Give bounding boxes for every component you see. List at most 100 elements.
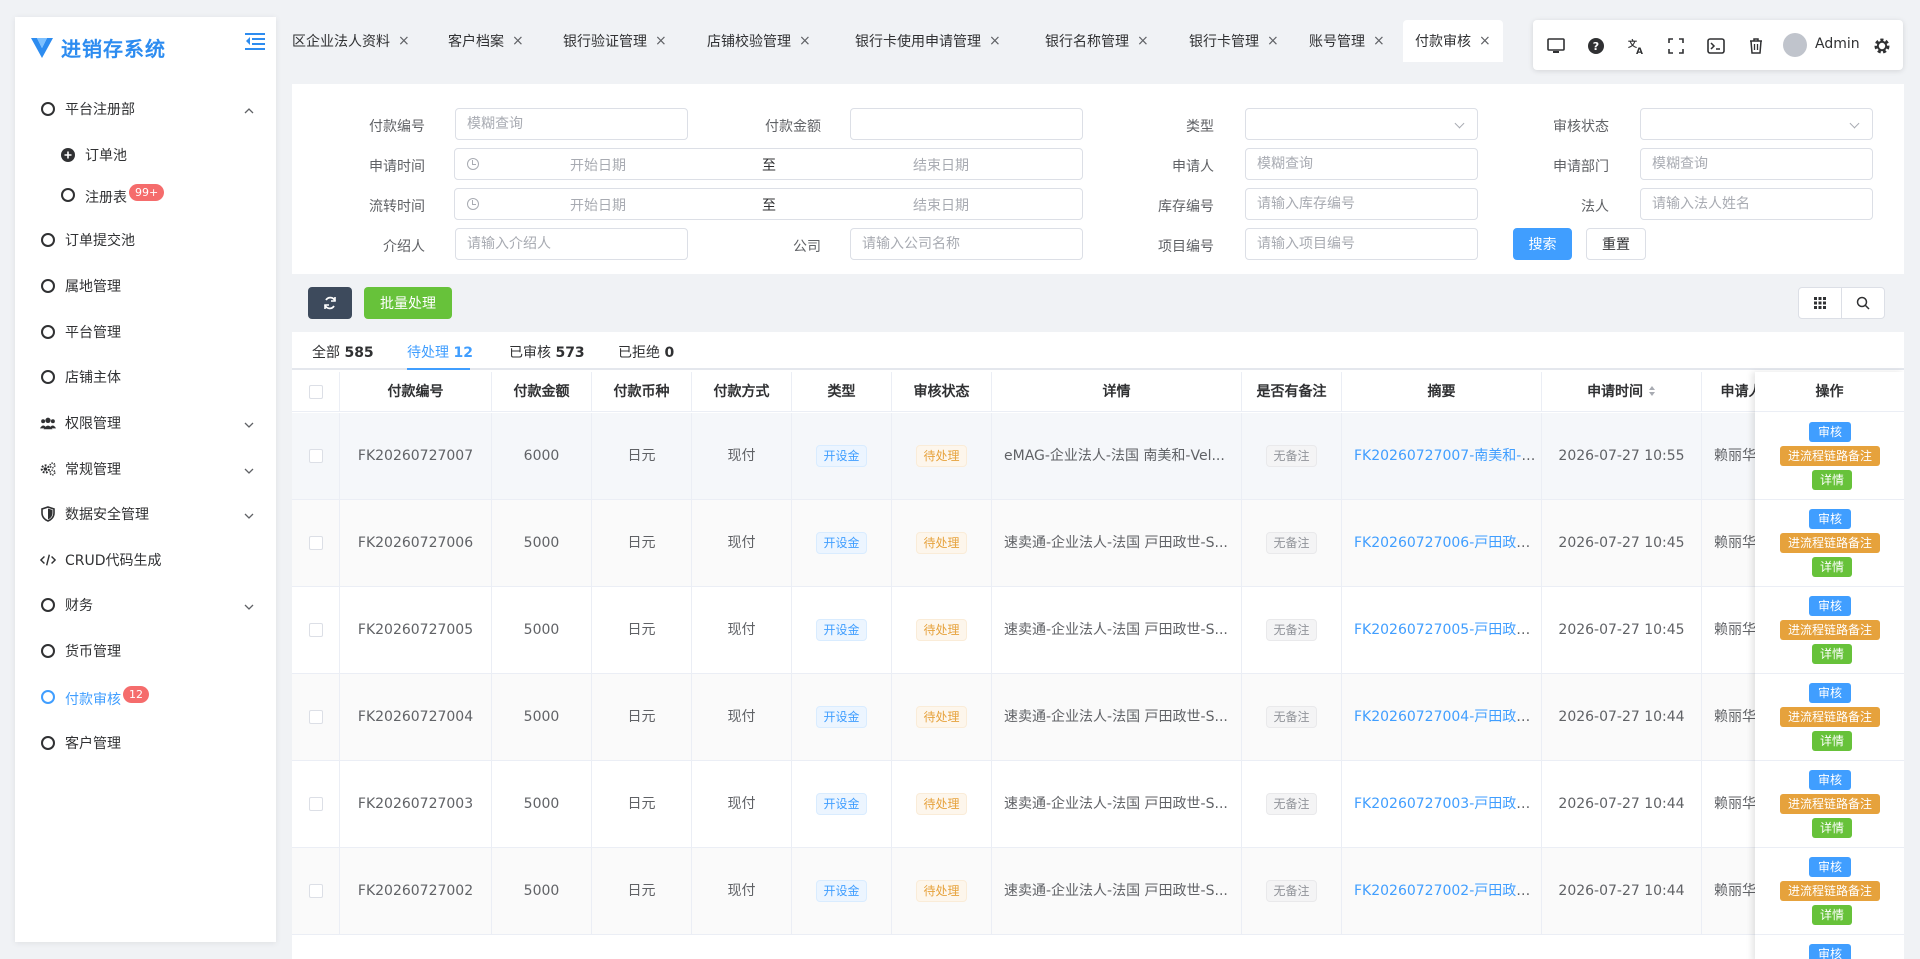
close-icon[interactable]: ×: [799, 33, 811, 49]
sidebar-item-10[interactable]: CRUD代码生成: [15, 540, 276, 580]
sidebar-item-8[interactable]: 常规管理: [15, 449, 276, 489]
introducer-input[interactable]: 请输入介绍人: [455, 228, 688, 260]
column-header[interactable]: 申请时间: [1542, 372, 1702, 412]
detail-button[interactable]: 详情: [1812, 818, 1852, 838]
apply-start-date[interactable]: 开始日期: [570, 155, 626, 175]
company-input[interactable]: 请输入公司名称: [850, 228, 1083, 260]
search-toggle-button[interactable]: [1841, 287, 1885, 319]
flow-time-range[interactable]: 开始日期 至 结束日期: [454, 188, 1083, 220]
row-checkbox[interactable]: [308, 884, 323, 898]
tab-3[interactable]: 店铺校验管理 ×: [695, 20, 823, 62]
row-checkbox[interactable]: [308, 797, 323, 811]
detail-button[interactable]: 详情: [1812, 470, 1852, 490]
flow-note-button[interactable]: 进流程链路备注: [1780, 446, 1880, 466]
user-name[interactable]: Admin: [1815, 36, 1860, 52]
tab-6[interactable]: 银行卡管理 ×: [1177, 20, 1291, 62]
close-icon[interactable]: ×: [655, 33, 667, 49]
status-tab-3[interactable]: 已拒绝 0: [618, 342, 674, 362]
audit-button[interactable]: 审核: [1809, 770, 1851, 790]
sidebar-item-4[interactable]: 属地管理: [15, 266, 276, 306]
legal-input[interactable]: 请输入法人姓名: [1640, 188, 1873, 220]
audit-button[interactable]: 审核: [1809, 596, 1851, 616]
audit-button[interactable]: 审核: [1809, 683, 1851, 703]
audit-button[interactable]: 审核: [1809, 509, 1851, 529]
sidebar-item-7[interactable]: 权限管理: [15, 403, 276, 443]
search-button[interactable]: 搜索: [1513, 228, 1572, 260]
detail-button[interactable]: 详情: [1812, 905, 1852, 925]
detail-button[interactable]: 详情: [1812, 557, 1852, 577]
row-checkbox[interactable]: [308, 710, 323, 724]
type-select[interactable]: [1245, 108, 1478, 140]
tab-1[interactable]: 客户档案 ×: [436, 20, 536, 62]
status-select[interactable]: [1640, 108, 1873, 140]
flow-note-button[interactable]: 进流程链路备注: [1780, 794, 1880, 814]
payment-no-input[interactable]: 模糊查询: [455, 108, 688, 140]
status-tab-0[interactable]: 全部 585: [312, 342, 374, 362]
avatar[interactable]: [1783, 33, 1807, 57]
detail-button[interactable]: 详情: [1812, 644, 1852, 664]
close-icon[interactable]: ×: [398, 33, 410, 49]
tab-4[interactable]: 银行卡使用申请管理 ×: [843, 20, 1013, 62]
apply-end-date[interactable]: 结束日期: [913, 155, 969, 175]
sidebar-item-5[interactable]: 平台管理: [15, 312, 276, 352]
sidebar-item-12[interactable]: 货币管理: [15, 631, 276, 671]
dept-input[interactable]: 模糊查询: [1640, 148, 1873, 180]
audit-button[interactable]: 审核: [1809, 944, 1851, 959]
batch-process-button[interactable]: 批量处理: [364, 287, 452, 319]
tab-7[interactable]: 账号管理 ×: [1297, 20, 1397, 62]
table-row[interactable]: FK20260727007 6000 日元 现付 开设金 待处理 eMAG-企业法人-法国 …: [292, 413, 1904, 500]
flow-end-date[interactable]: 结束日期: [913, 195, 969, 215]
flow-note-button[interactable]: 进流程链路备注: [1780, 881, 1880, 901]
detail-button[interactable]: 详情: [1812, 731, 1852, 751]
tab-0[interactable]: 区企业法人资料 ×: [280, 20, 422, 62]
apply-time-range[interactable]: 开始日期 至 结束日期: [454, 148, 1083, 180]
fullscreen-icon[interactable]: [1665, 35, 1687, 57]
close-icon[interactable]: ×: [1267, 33, 1279, 49]
terminal-icon[interactable]: [1705, 35, 1727, 57]
audit-button[interactable]: 审核: [1809, 422, 1851, 442]
close-icon[interactable]: ×: [512, 33, 524, 49]
tab-8[interactable]: 付款审核 ×: [1403, 20, 1503, 62]
sidebar-item-0[interactable]: 平台注册部: [15, 89, 276, 129]
project-input[interactable]: 请输入项目编号: [1245, 228, 1478, 260]
stock-input[interactable]: 请输入库存编号: [1245, 188, 1478, 220]
translate-icon[interactable]: 文A: [1625, 35, 1647, 57]
sidebar-item-1[interactable]: 订单池: [15, 135, 276, 175]
sidebar-item-9[interactable]: 数据安全管理: [15, 494, 276, 534]
help-icon[interactable]: ?: [1585, 35, 1607, 57]
applicant-input[interactable]: 模糊查询: [1245, 148, 1478, 180]
summary-link[interactable]: FK20260727005-戸田政世-劳: [1354, 622, 1541, 638]
reset-button[interactable]: 重置: [1586, 228, 1646, 260]
table-row[interactable]: FK20260727003 5000 日元 现付 开设金 待处理 速卖通-企业法人-法国 戸…: [292, 761, 1904, 848]
close-icon[interactable]: ×: [1137, 33, 1149, 49]
tab-2[interactable]: 银行验证管理 ×: [551, 20, 679, 62]
flow-start-date[interactable]: 开始日期: [570, 195, 626, 215]
status-tab-1[interactable]: 待处理 12: [407, 342, 473, 362]
refresh-button[interactable]: [308, 287, 352, 319]
settings-icon[interactable]: [1871, 35, 1893, 57]
row-checkbox[interactable]: [308, 449, 323, 463]
select-all-checkbox[interactable]: [308, 385, 323, 399]
close-icon[interactable]: ×: [989, 33, 1001, 49]
sidebar-item-2[interactable]: 注册表 99+: [15, 175, 276, 215]
close-icon[interactable]: ×: [1373, 33, 1385, 49]
collapse-menu-icon[interactable]: [244, 31, 266, 51]
tab-5[interactable]: 银行名称管理 ×: [1033, 20, 1161, 62]
trash-icon[interactable]: [1745, 35, 1767, 57]
sidebar-item-11[interactable]: 财务: [15, 585, 276, 625]
flow-note-button[interactable]: 进流程链路备注: [1780, 620, 1880, 640]
summary-link[interactable]: FK20260727004-戸田政世-注: [1354, 709, 1541, 725]
table-row[interactable]: FK20260727002 5000 日元 现付 开设金 待处理 速卖通-企业法人-法国 戸…: [292, 848, 1904, 935]
table-row[interactable]: FK20260727006 5000 日元 现付 开设金 待处理 速卖通-企业法人-法国 戸…: [292, 500, 1904, 587]
status-tab-2[interactable]: 已审核 573: [509, 342, 585, 362]
summary-link[interactable]: FK20260727003-戸田政世-注: [1354, 796, 1541, 812]
sidebar-item-14[interactable]: 客户管理: [15, 723, 276, 763]
row-checkbox[interactable]: [308, 623, 323, 637]
summary-link[interactable]: FK20260727007-南美和-劳务: [1354, 448, 1541, 464]
audit-button[interactable]: 审核: [1809, 857, 1851, 877]
row-checkbox[interactable]: [308, 536, 323, 550]
sidebar-item-13[interactable]: 付款审核 12: [15, 677, 276, 717]
sort-icon[interactable]: [1643, 384, 1656, 400]
amount-input[interactable]: [850, 108, 1083, 140]
summary-link[interactable]: FK20260727006-戸田政世-注: [1354, 535, 1541, 551]
